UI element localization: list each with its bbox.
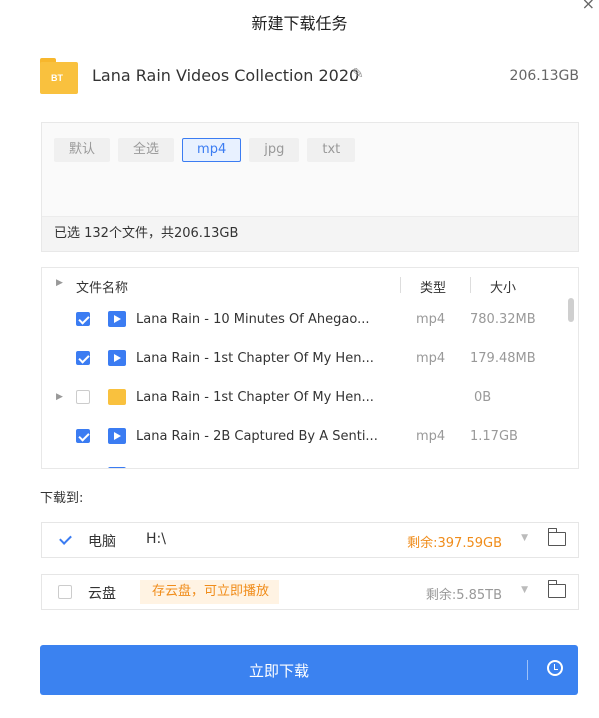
bt-folder-icon: BT (40, 58, 78, 94)
video-file-icon (108, 350, 126, 366)
file-name: Lana Rain - 2B Captured By A Senti... (136, 429, 378, 444)
filter-panel: 默认 全选 mp4 jpg txt 已选 132个文件，共206.13GB (41, 122, 579, 252)
local-target-name: 电脑 (88, 534, 116, 550)
file-size: 179.48MB (470, 351, 536, 366)
bt-icon-label: BT (51, 73, 63, 83)
file-row[interactable]: Lana Rain - 1st Chapter Of My Hen... mp4… (42, 341, 564, 380)
filter-chip-jpg[interactable]: jpg (249, 138, 300, 162)
file-type: mp4 (416, 351, 446, 366)
folder-browse-icon[interactable] (547, 580, 566, 598)
file-size: 1.17GB (470, 429, 518, 444)
chevron-down-icon[interactable]: ▼ (521, 533, 528, 543)
button-divider (527, 660, 528, 680)
cloud-target[interactable]: 云盘 存云盘，可立即播放 剩余:5.85TB ▼ (41, 574, 579, 610)
filter-chip-mp4[interactable]: mp4 (182, 138, 242, 162)
folder-browse-icon[interactable] (547, 528, 566, 546)
close-icon[interactable]: × (582, 0, 595, 13)
file-size: 780.32MB (470, 312, 536, 327)
local-target[interactable]: 电脑 H:\ 剩余:397.59GB ▼ (41, 522, 579, 558)
local-checkbox[interactable] (58, 533, 72, 547)
pencil-icon[interactable]: ✎ (352, 66, 364, 82)
filter-chip-select-all[interactable]: 全选 (118, 138, 175, 162)
file-type: mp4 (416, 429, 446, 444)
selection-summary: 已选 132个文件，共206.13GB (42, 216, 578, 251)
video-file-icon (108, 467, 126, 468)
video-file-icon (108, 428, 126, 444)
folder-icon (108, 389, 126, 405)
file-checkbox[interactable] (76, 429, 90, 443)
local-path[interactable]: H:\ (146, 531, 166, 547)
cloud-target-name: 云盘 (88, 586, 116, 602)
file-row-partial[interactable] (42, 458, 564, 469)
cloud-promo-badge: 存云盘，可立即播放 (140, 580, 280, 604)
filter-chips: 默认 全选 mp4 jpg txt (54, 138, 356, 162)
file-type: mp4 (416, 312, 446, 327)
folder-row[interactable]: ▶ Lana Rain - 1st Chapter Of My Hen... 0… (42, 380, 564, 419)
file-list-header: ▶ 文件名称 类型 大小 (42, 268, 578, 302)
download-now-button[interactable]: 立即下载 (40, 645, 578, 695)
file-row[interactable]: Lana Rain - 10 Minutes Of Ahegao... mp4 … (42, 302, 564, 341)
download-to-label: 下载到: (40, 491, 84, 506)
file-name: Lana Rain - 10 Minutes Of Ahegao... (136, 312, 370, 327)
file-name: Lana Rain - 1st Chapter Of My Hen... (136, 390, 374, 405)
cloud-checkbox[interactable] (58, 585, 72, 599)
column-header-type[interactable]: 类型 (420, 277, 446, 296)
filter-chip-txt[interactable]: txt (307, 138, 356, 162)
task-name: Lana Rain Videos Collection 2020 (92, 66, 360, 85)
column-header-size[interactable]: 大小 (490, 277, 516, 296)
video-file-icon (108, 311, 126, 327)
file-list: ▶ 文件名称 类型 大小 Lana Rain - 10 Minutes Of A… (41, 267, 579, 469)
file-checkbox[interactable] (76, 351, 90, 365)
cloud-free-space: 剩余:5.85TB (425, 588, 502, 603)
file-name: Lana Rain - 1st Chapter Of My Hen... (136, 351, 374, 366)
file-size: 0B (474, 390, 492, 405)
dialog-title: 新建下载任务 (251, 14, 348, 33)
filter-chip-default[interactable]: 默认 (54, 138, 111, 162)
file-checkbox[interactable] (76, 390, 90, 404)
file-checkbox[interactable] (76, 468, 90, 469)
column-header-name[interactable]: 文件名称 (76, 277, 128, 296)
task-total-size: 206.13GB (509, 68, 579, 84)
expand-folder-icon[interactable]: ▶ (56, 392, 63, 402)
local-free-space: 剩余:397.59GB (407, 536, 502, 551)
download-now-label: 立即下载 (248, 662, 309, 680)
expand-all-icon[interactable]: ▶ (56, 278, 63, 288)
file-checkbox[interactable] (76, 312, 90, 326)
chevron-down-icon[interactable]: ▼ (521, 585, 528, 595)
clock-icon[interactable] (547, 660, 563, 676)
file-row[interactable]: Lana Rain - 2B Captured By A Senti... mp… (42, 419, 564, 458)
list-scrollbar[interactable] (568, 298, 574, 322)
